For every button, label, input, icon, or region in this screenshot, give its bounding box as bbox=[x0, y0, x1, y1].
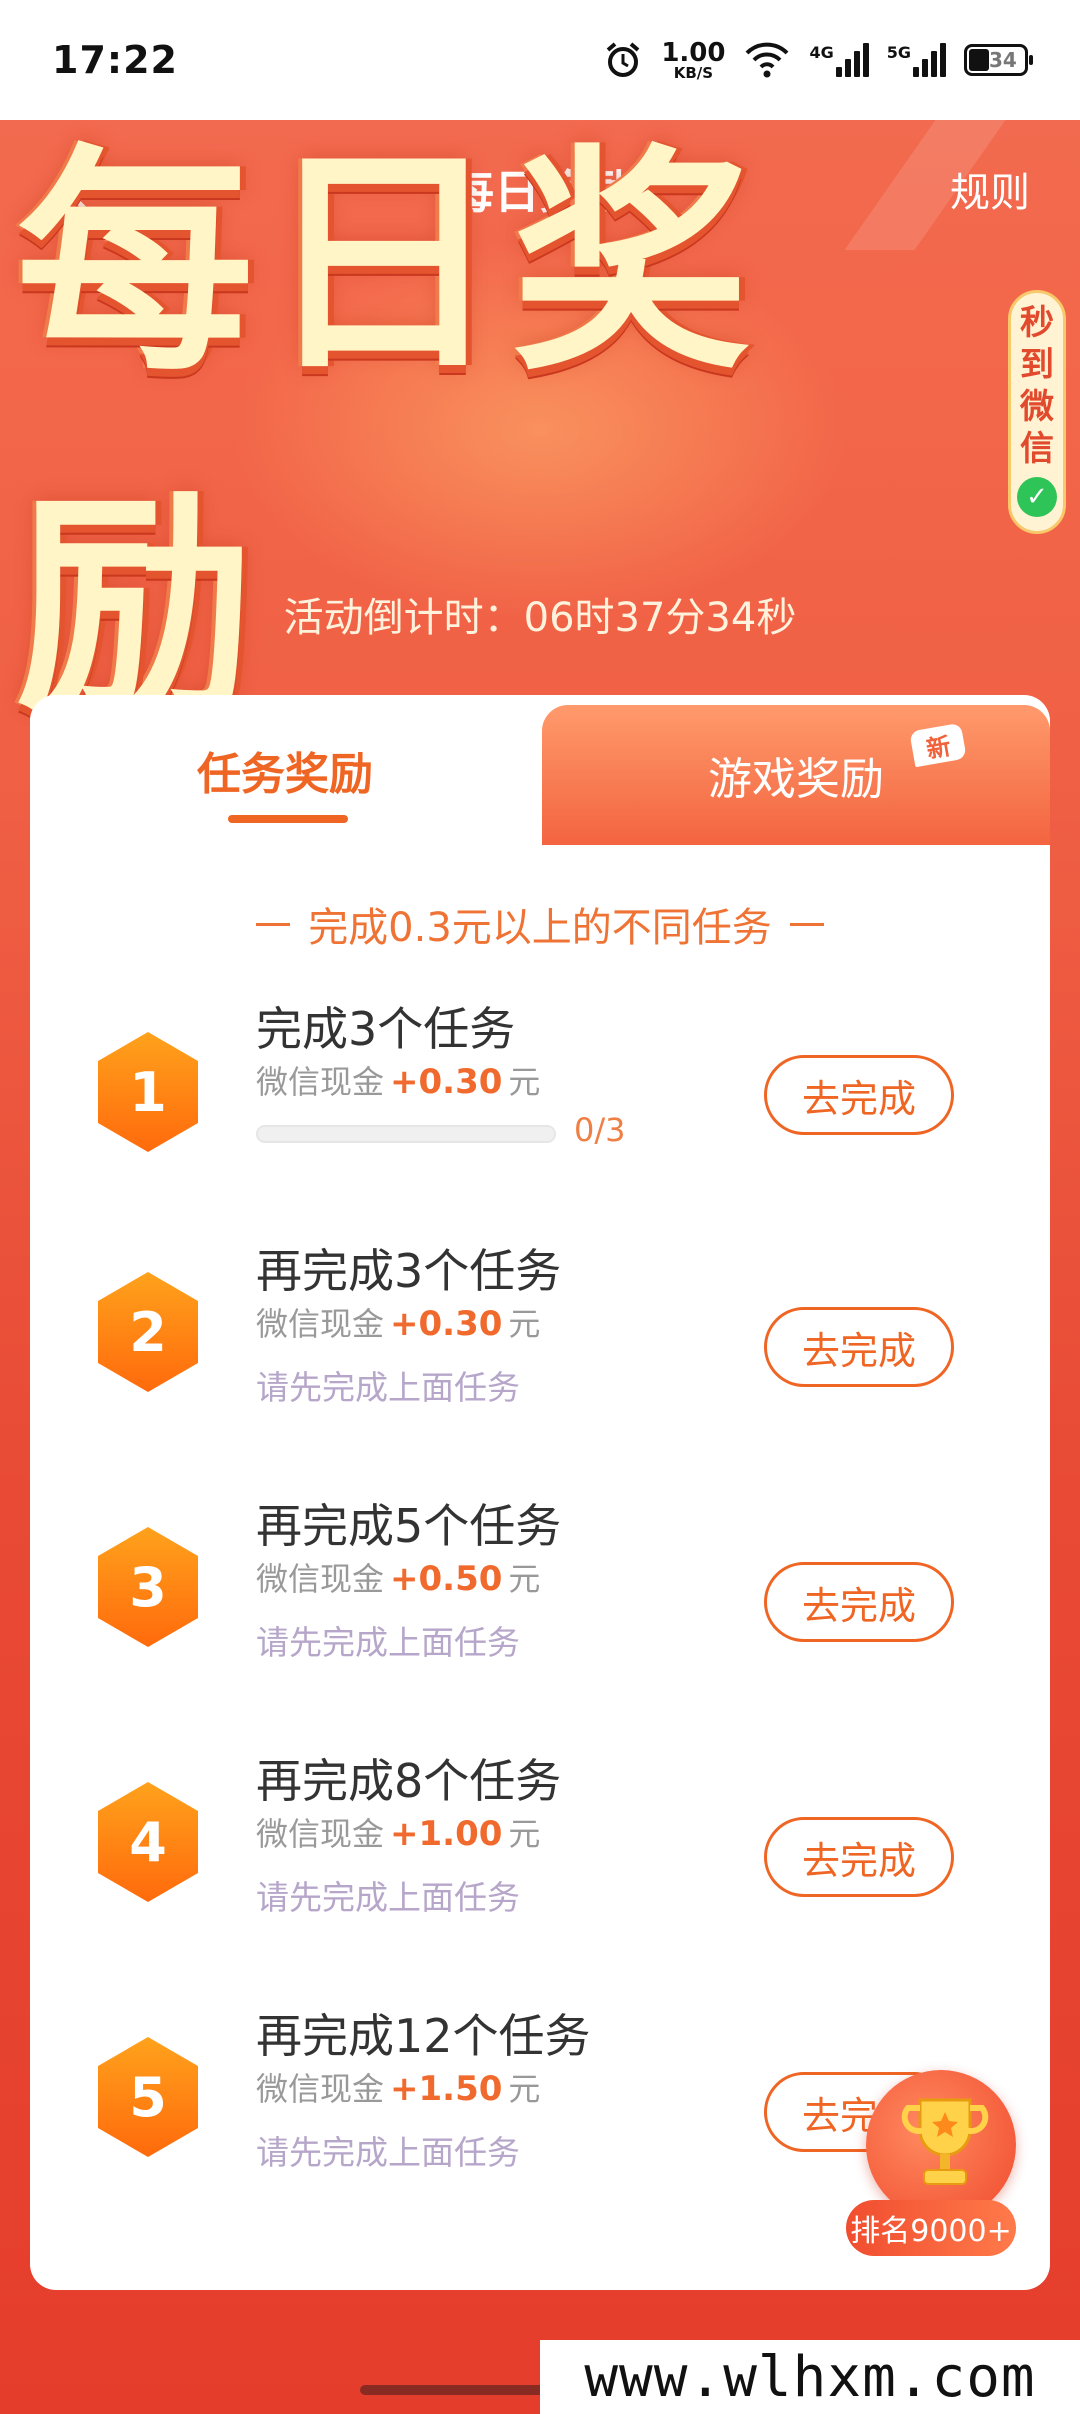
instant-wechat-seal: 秒 到 微 信 ✓ bbox=[1008, 290, 1066, 534]
ranking-label: 排名9000+ bbox=[846, 2200, 1016, 2256]
tab-underline bbox=[228, 815, 348, 823]
task-hint: 请先完成上面任务 bbox=[256, 2133, 520, 2172]
task-item: 3 再完成5个任务 微信现金 +0.50 元 请先完成上面任务 去完成 bbox=[30, 1490, 1050, 1740]
tab-bar: 游戏奖励 新 任务奖励 bbox=[30, 695, 1050, 845]
task-reward: 微信现金 +1.00 元 bbox=[256, 1814, 541, 1854]
task-title: 完成3个任务 bbox=[256, 1002, 516, 1056]
complete-task-button[interactable]: 去完成 bbox=[764, 1307, 954, 1387]
step-badge: 4 bbox=[94, 1780, 202, 1904]
task-item: 2 再完成3个任务 微信现金 +0.30 元 请先完成上面任务 去完成 bbox=[30, 1235, 1050, 1485]
reward-card: 游戏奖励 新 任务奖励 完成0.3元以上的不同任务 1 完成3个任务 微信现金 +… bbox=[30, 695, 1050, 2290]
section-subtitle: 完成0.3元以上的不同任务 bbox=[30, 895, 1050, 953]
task-progress-text: 0/3 bbox=[574, 1111, 626, 1149]
task-reward: 微信现金 +0.50 元 bbox=[256, 1559, 541, 1599]
task-item: 4 再完成8个任务 微信现金 +1.00 元 请先完成上面任务 去完成 bbox=[30, 1745, 1050, 1995]
banner-title: 每日奖励 bbox=[16, 126, 1006, 748]
ranking-float-button[interactable]: 排名9000+ bbox=[846, 2070, 1016, 2260]
task-title: 再完成12个任务 bbox=[256, 2009, 591, 2063]
step-badge: 1 bbox=[94, 1030, 202, 1154]
task-item: 1 完成3个任务 微信现金 +0.30 元 0/3 去完成 bbox=[30, 995, 1050, 1245]
task-hint: 请先完成上面任务 bbox=[256, 1878, 520, 1917]
step-badge: 2 bbox=[94, 1270, 202, 1394]
task-title: 再完成3个任务 bbox=[256, 1244, 562, 1298]
step-badge: 5 bbox=[94, 2035, 202, 2159]
task-reward: 微信现金 +0.30 元 bbox=[256, 1062, 541, 1102]
tab-game-reward[interactable]: 游戏奖励 新 bbox=[542, 705, 1050, 845]
trophy-icon bbox=[901, 2098, 989, 2185]
task-reward: 微信现金 +1.50 元 bbox=[256, 2069, 541, 2109]
step-badge: 3 bbox=[94, 1525, 202, 1649]
task-hint: 请先完成上面任务 bbox=[256, 1623, 520, 1662]
complete-task-button[interactable]: 去完成 bbox=[764, 1562, 954, 1642]
tab-task-reward[interactable]: 任务奖励 bbox=[30, 695, 540, 845]
task-title: 再完成8个任务 bbox=[256, 1754, 562, 1808]
task-hint: 请先完成上面任务 bbox=[256, 1368, 520, 1407]
task-progress-bar bbox=[256, 1125, 556, 1143]
task-reward: 微信现金 +0.30 元 bbox=[256, 1304, 541, 1344]
task-title: 再完成5个任务 bbox=[256, 1499, 562, 1553]
complete-task-button[interactable]: 去完成 bbox=[764, 1817, 954, 1897]
watermark-text: www.wlhxm.com bbox=[540, 2340, 1080, 2414]
countdown-timer: 活动倒计时：06时37分34秒 bbox=[283, 595, 797, 641]
check-icon: ✓ bbox=[1017, 477, 1057, 517]
new-badge: 新 bbox=[909, 722, 967, 768]
complete-task-button[interactable]: 去完成 bbox=[764, 1055, 954, 1135]
